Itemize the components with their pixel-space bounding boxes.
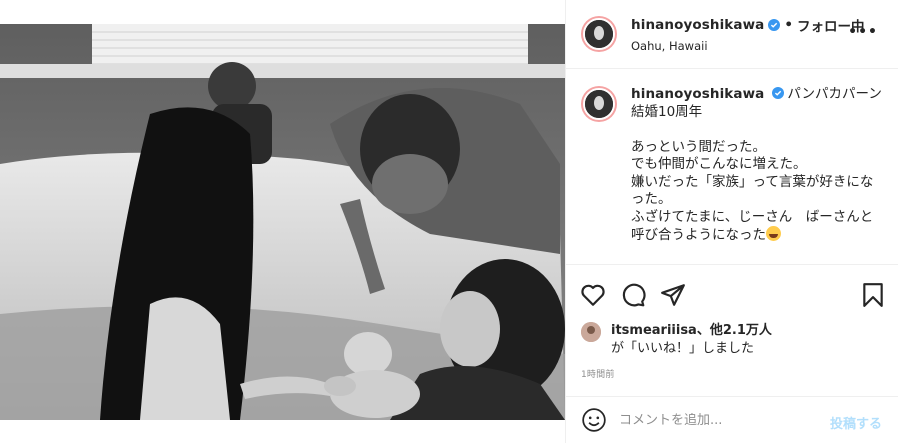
- author-username[interactable]: hinanoyoshikawa: [631, 17, 764, 33]
- caption-username[interactable]: hinanoyoshikawa: [631, 86, 764, 102]
- separator-dot: •: [784, 17, 794, 33]
- paper-plane-icon[interactable]: [660, 282, 686, 308]
- post-caption: hinanoyoshikawa パンパカパーン 結婚10周年 あっという間だった。…: [581, 86, 886, 245]
- comment-input[interactable]: [619, 412, 809, 428]
- post-header: hinanoyoshikawa • フォロー中 Oahu, Hawaii •••: [566, 0, 898, 69]
- post-location[interactable]: Oahu, Hawaii: [631, 39, 865, 53]
- post-timestamp[interactable]: 1時間前: [581, 367, 615, 380]
- first-liker-username[interactable]: itsmeariiisa: [611, 323, 697, 338]
- comment-bar: 投稿する: [566, 396, 898, 443]
- post-actions: [566, 264, 898, 322]
- caption-text: パンパカパーン 結婚10周年 あっという間だった。 でも仲間がこんなに増えた。 …: [631, 86, 882, 243]
- heart-icon[interactable]: [580, 282, 606, 308]
- post-photo[interactable]: [0, 24, 565, 420]
- verified-badge-icon: [772, 87, 785, 99]
- bookmark-icon[interactable]: [860, 282, 886, 308]
- author-avatar-ring[interactable]: [581, 16, 617, 52]
- laughing-emoji-icon: [766, 226, 781, 241]
- verified-badge-icon: [768, 19, 781, 31]
- smiley-icon[interactable]: [581, 407, 607, 433]
- post-side-panel: hinanoyoshikawa • フォロー中 Oahu, Hawaii •••…: [565, 0, 898, 443]
- comment-bubble-icon[interactable]: [620, 282, 646, 308]
- post-comment-button[interactable]: 投稿する: [830, 413, 882, 432]
- likes-suffix: が「いいね！」しました: [611, 341, 755, 356]
- liker-avatar[interactable]: [581, 322, 601, 342]
- photo-illustration: [0, 24, 565, 420]
- caption-avatar[interactable]: [583, 88, 615, 120]
- caption-avatar-ring[interactable]: [581, 86, 617, 122]
- more-options-icon[interactable]: •••: [848, 24, 878, 40]
- likes-summary: itsmeariiisa、他2.1万人 が「いいね！」しました: [581, 322, 772, 358]
- other-likes-count[interactable]: 、他2.1万人: [697, 323, 772, 338]
- author-avatar[interactable]: [583, 18, 615, 50]
